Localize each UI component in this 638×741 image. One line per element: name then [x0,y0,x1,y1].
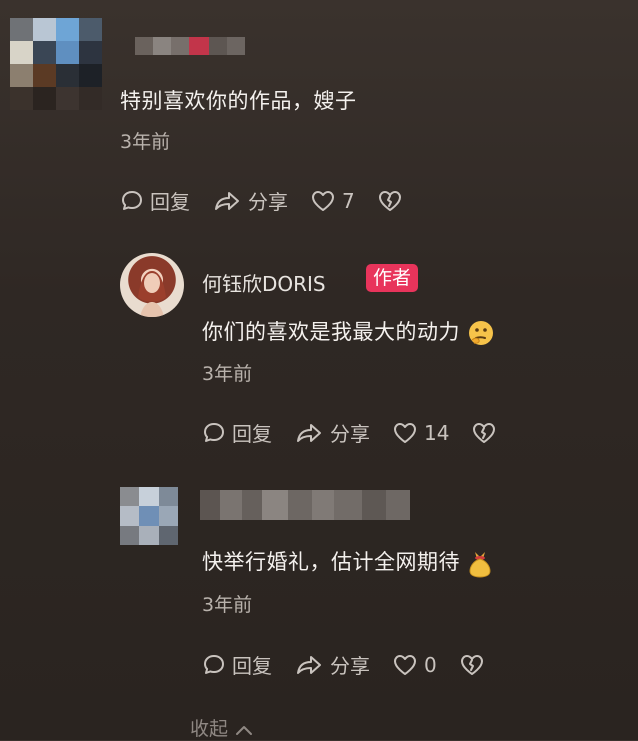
like-count: 7 [342,188,355,213]
reply-time: 3年前 [202,363,253,385]
portrait-icon [138,271,166,317]
reply-actions: 回复 分享 0 [202,650,513,679]
share-label: 分享 [330,422,370,446]
dislike-button[interactable] [471,421,503,445]
collapse-replies-button[interactable]: 收起 [190,714,254,741]
reply-label: 回复 [232,422,272,446]
speech-bubble-icon [122,190,142,210]
thinking-face-icon [469,321,493,345]
share-arrow-icon [297,655,321,674]
comment-actions: 回复 分享 7 [120,186,431,215]
dislike-button[interactable] [459,653,491,677]
reply-label: 回复 [150,190,190,214]
avatar[interactable] [10,18,102,110]
reply-button[interactable]: 回复 [202,650,272,679]
username-blurred [135,37,245,55]
share-arrow-icon [215,191,239,210]
speech-bubble-icon [204,654,224,674]
share-arrow-icon [297,423,321,442]
reply-label: 回复 [232,654,272,678]
reply-text: 你们的喜欢是我最大的动力 [202,316,496,348]
share-label: 分享 [248,190,288,214]
heart-icon [312,190,334,211]
heart-icon [394,654,416,675]
chevron-up-icon [236,725,253,735]
like-count: 14 [424,420,450,445]
comment-text: 特别喜欢你的作品，嫂子 [120,89,357,113]
author-avatar[interactable] [120,253,184,317]
username-blurred [200,490,410,520]
heart-icon [394,422,416,443]
like-count: 0 [424,652,437,677]
money-bag-icon [469,552,491,578]
broken-heart-icon [460,654,483,675]
share-button[interactable]: 分享 [212,186,288,215]
reply-actions: 回复 分享 14 [202,418,525,447]
reply-button[interactable]: 回复 [120,186,190,215]
author-name[interactable]: 何钰欣DORIS [202,268,326,297]
avatar[interactable] [120,487,178,545]
broken-heart-icon [378,190,401,211]
reply-text: 快举行婚礼，估计全网期待 [202,546,494,578]
share-label: 分享 [330,654,370,678]
reply-time: 3年前 [202,594,253,616]
share-button[interactable]: 分享 [294,418,370,447]
like-button[interactable]: 0 [392,653,437,677]
speech-bubble-icon [204,422,224,442]
like-button[interactable]: 14 [392,421,449,445]
reply-button[interactable]: 回复 [202,418,272,447]
like-button[interactable]: 7 [310,189,355,213]
share-button[interactable]: 分享 [294,650,370,679]
comment-time: 3年前 [120,131,171,153]
dislike-button[interactable] [377,189,409,213]
broken-heart-icon [473,422,496,443]
author-badge: 作者 [366,264,419,292]
